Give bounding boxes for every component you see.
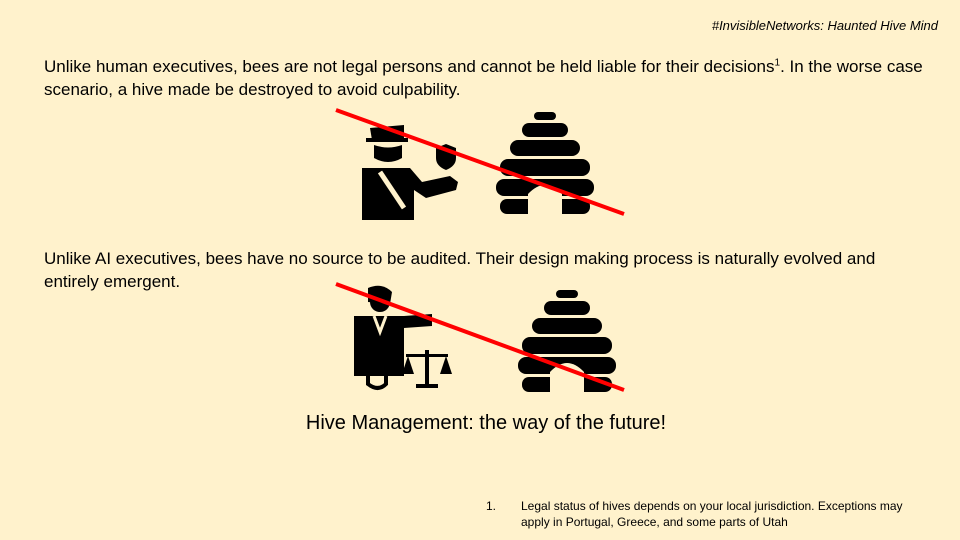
footnote-text: Legal status of hives depends on your lo… <box>521 499 903 529</box>
footnote-number: 1. <box>486 499 497 513</box>
strike-line <box>335 108 625 216</box>
paragraph-legal-persons: Unlike human executives, bees are not le… <box>44 55 924 101</box>
tagline: Hive Management: the way of the future! <box>305 412 667 434</box>
strike-line <box>335 282 625 392</box>
slide: #InvisibleNetworks: Haunted Hive Mind Un… <box>0 0 960 540</box>
paragraph-legal-persons-text: Unlike human executives, bees are not le… <box>44 57 775 76</box>
slide-hashtag: #InvisibleNetworks: Haunted Hive Mind <box>711 18 938 33</box>
